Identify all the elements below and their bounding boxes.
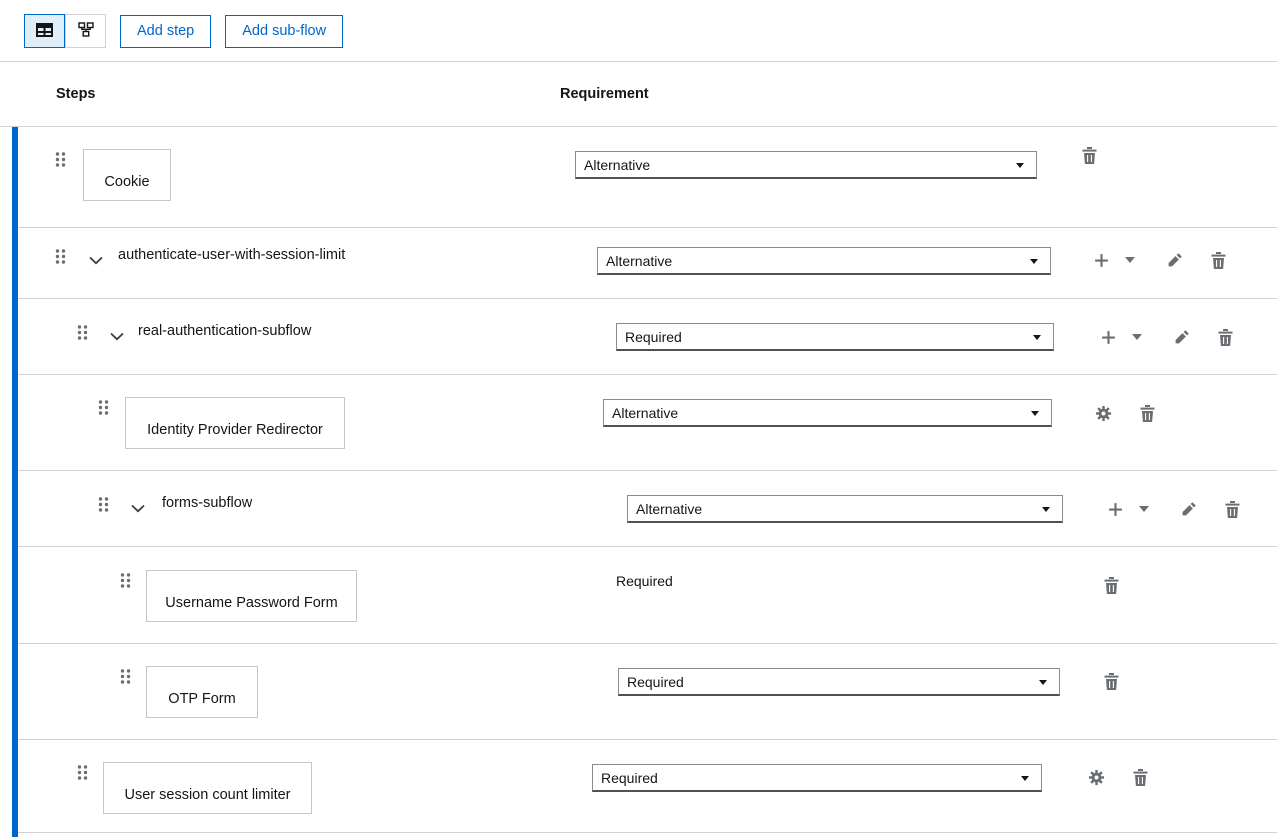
drag-handle-icon[interactable] bbox=[97, 399, 110, 416]
trash-icon[interactable] bbox=[1102, 576, 1120, 594]
add-step-button[interactable]: Add step bbox=[120, 15, 211, 48]
flow-row-identity-provider-redirector: Identity Provider Redirector Alternative bbox=[18, 375, 1277, 471]
flow-row-otp-form: OTP Form Required bbox=[18, 644, 1277, 740]
requirement-select[interactable]: Alternative bbox=[603, 399, 1052, 427]
trash-icon[interactable] bbox=[1131, 768, 1149, 786]
drag-handle-icon[interactable] bbox=[76, 764, 89, 781]
drag-handle-icon[interactable] bbox=[97, 496, 110, 513]
step-name: Cookie bbox=[104, 174, 149, 190]
select-caret-icon bbox=[1039, 680, 1047, 685]
column-header-steps: Steps bbox=[56, 86, 96, 102]
requirement-select[interactable]: Alternative bbox=[597, 247, 1051, 275]
flow-row-authenticate-user-with-session-limit: authenticate-user-with-session-limit Alt… bbox=[18, 228, 1277, 299]
chevron-down-icon[interactable] bbox=[110, 328, 124, 337]
select-caret-icon bbox=[1042, 507, 1050, 512]
row-actions bbox=[1099, 328, 1234, 346]
requirement-select[interactable]: Required bbox=[618, 668, 1060, 696]
subflow-name: forms-subflow bbox=[162, 495, 252, 511]
table-header: Steps Requirement bbox=[0, 62, 1277, 127]
select-caret-icon bbox=[1016, 163, 1024, 168]
gear-icon[interactable] bbox=[1087, 768, 1105, 786]
step-name: User session count limiter bbox=[125, 787, 291, 803]
flow-rows: Cookie Alternative authenticate-user-wit… bbox=[12, 127, 1277, 837]
step-card: Identity Provider Redirector bbox=[125, 397, 345, 449]
trash-icon[interactable] bbox=[1216, 328, 1234, 346]
requirement-value: Alternative bbox=[584, 157, 650, 173]
requirement-value: Alternative bbox=[612, 405, 678, 421]
table-view-toggle[interactable] bbox=[24, 14, 65, 48]
row-actions bbox=[1106, 500, 1241, 518]
row-actions bbox=[1102, 672, 1120, 690]
view-toggle-group bbox=[24, 14, 106, 48]
step-card: Cookie bbox=[83, 149, 171, 201]
trash-icon[interactable] bbox=[1223, 500, 1241, 518]
select-caret-icon bbox=[1031, 411, 1039, 416]
pencil-icon[interactable] bbox=[1173, 328, 1191, 346]
caret-down-icon[interactable] bbox=[1128, 328, 1146, 346]
flow-toolbar: Add step Add sub-flow bbox=[0, 0, 1277, 48]
chevron-down-icon[interactable] bbox=[89, 252, 103, 261]
step-name: Username Password Form bbox=[165, 595, 337, 611]
trash-icon[interactable] bbox=[1102, 672, 1120, 690]
plus-icon[interactable] bbox=[1106, 500, 1124, 518]
trash-icon[interactable] bbox=[1209, 251, 1227, 269]
trash-icon[interactable] bbox=[1138, 404, 1156, 422]
pencil-icon[interactable] bbox=[1180, 500, 1198, 518]
requirement-value: Alternative bbox=[636, 501, 702, 517]
caret-down-icon[interactable] bbox=[1121, 251, 1139, 269]
row-actions bbox=[1102, 576, 1120, 594]
step-card: Username Password Form bbox=[146, 570, 357, 622]
gear-icon[interactable] bbox=[1094, 404, 1112, 422]
caret-down-icon[interactable] bbox=[1135, 500, 1153, 518]
step-card: User session count limiter bbox=[103, 762, 312, 814]
chevron-down-icon[interactable] bbox=[131, 500, 145, 509]
flow-row-real-authentication-subflow: real-authentication-subflow Required bbox=[18, 299, 1277, 375]
requirement-value: Required bbox=[625, 329, 682, 345]
step-card: OTP Form bbox=[146, 666, 258, 718]
table-view-icon bbox=[36, 23, 53, 40]
diagram-view-toggle[interactable] bbox=[65, 14, 106, 48]
step-name: OTP Form bbox=[168, 691, 235, 707]
row-actions bbox=[1087, 768, 1149, 786]
select-caret-icon bbox=[1030, 259, 1038, 264]
trash-icon[interactable] bbox=[1080, 146, 1098, 164]
plus-icon[interactable] bbox=[1092, 251, 1110, 269]
flow-row-user-session-count-limiter: User session count limiter Required bbox=[18, 740, 1277, 833]
drag-handle-icon[interactable] bbox=[76, 324, 89, 341]
select-caret-icon bbox=[1021, 776, 1029, 781]
plus-icon[interactable] bbox=[1099, 328, 1117, 346]
requirement-select[interactable]: Alternative bbox=[627, 495, 1063, 523]
requirement-value: Alternative bbox=[606, 253, 672, 269]
row-actions bbox=[1094, 404, 1156, 422]
drag-handle-icon[interactable] bbox=[119, 668, 132, 685]
subflow-name: real-authentication-subflow bbox=[138, 323, 311, 339]
flow-row-username-password-form: Username Password Form Required bbox=[18, 547, 1277, 644]
select-caret-icon bbox=[1033, 335, 1041, 340]
requirement-select[interactable]: Alternative bbox=[575, 151, 1037, 179]
row-actions bbox=[1080, 146, 1098, 164]
subflow-name: authenticate-user-with-session-limit bbox=[118, 247, 345, 263]
requirement-select[interactable]: Required bbox=[592, 764, 1042, 792]
row-actions bbox=[1092, 251, 1227, 269]
drag-handle-icon[interactable] bbox=[54, 151, 67, 168]
column-header-requirement: Requirement bbox=[560, 86, 649, 102]
add-subflow-button[interactable]: Add sub-flow bbox=[225, 15, 343, 48]
requirement-value: Required bbox=[601, 770, 658, 786]
pencil-icon[interactable] bbox=[1166, 251, 1184, 269]
requirement-value: Required bbox=[627, 674, 684, 690]
step-name: Identity Provider Redirector bbox=[147, 422, 323, 438]
drag-handle-icon[interactable] bbox=[54, 248, 67, 265]
requirement-value: Required bbox=[616, 573, 673, 589]
drag-handle-icon[interactable] bbox=[119, 572, 132, 589]
requirement-select[interactable]: Required bbox=[616, 323, 1054, 351]
diagram-view-icon bbox=[78, 22, 94, 40]
flow-row-forms-subflow: forms-subflow Alternative bbox=[18, 471, 1277, 547]
flow-row-cookie: Cookie Alternative bbox=[18, 127, 1277, 228]
